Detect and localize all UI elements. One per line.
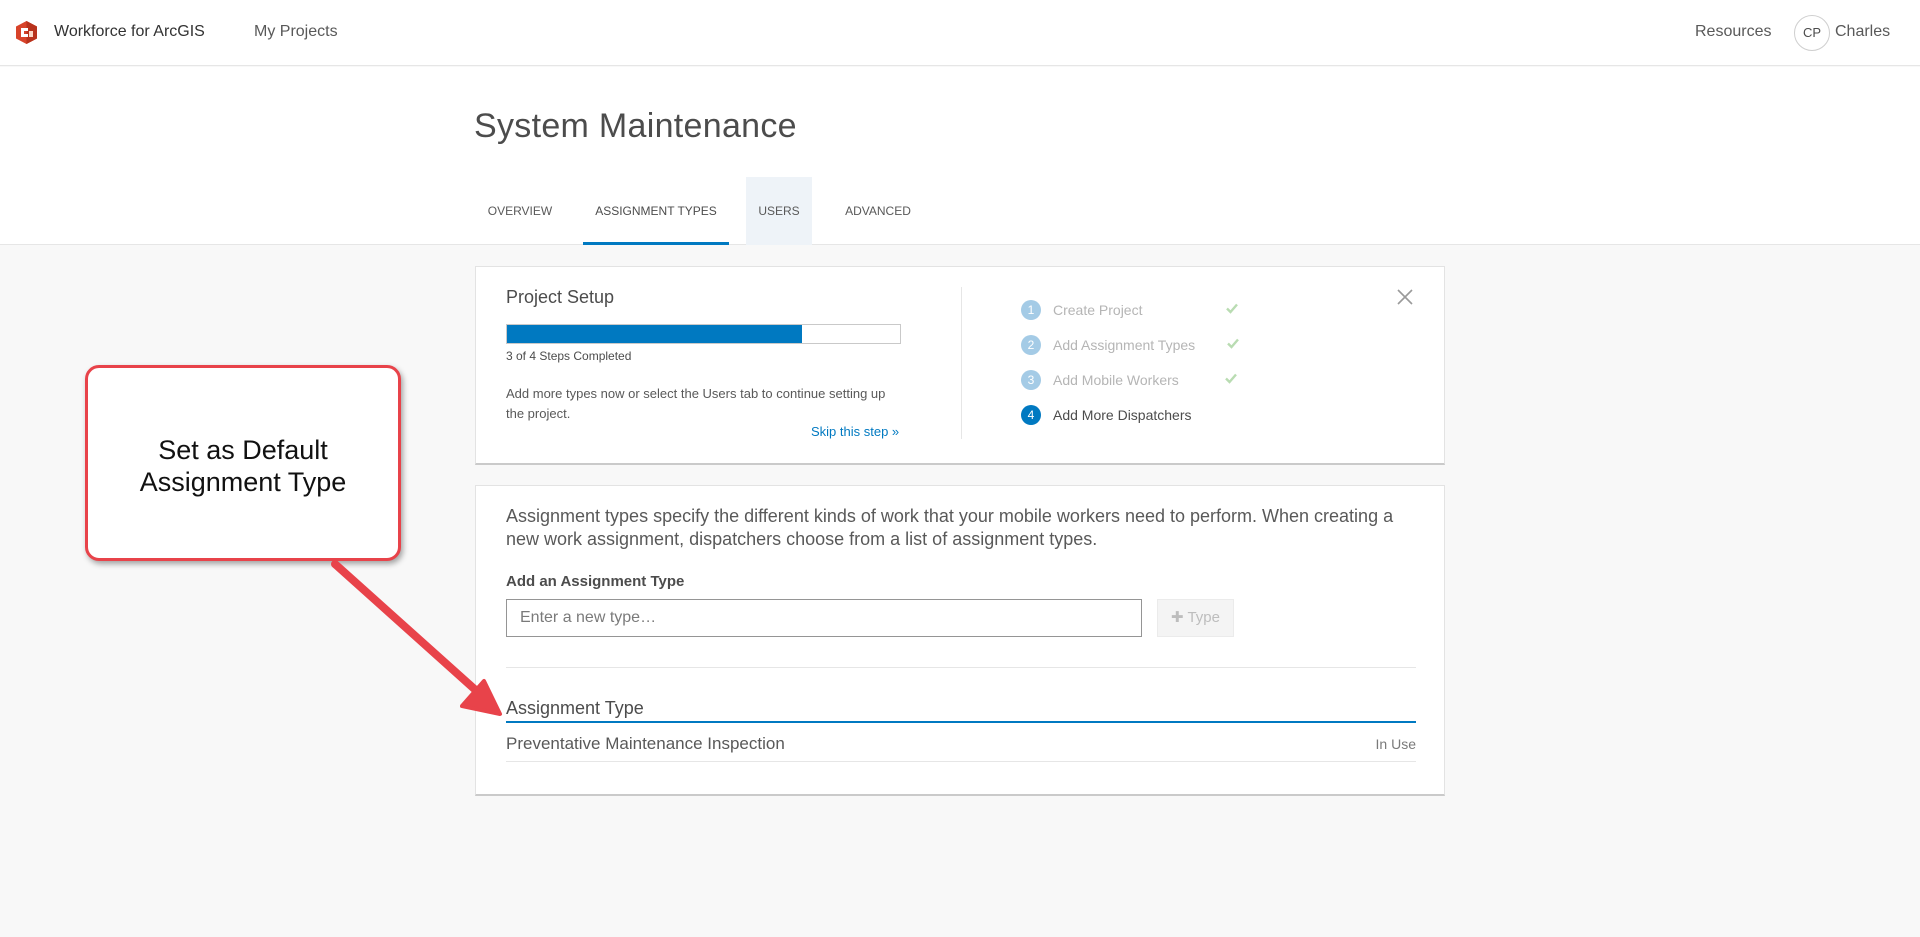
workforce-logo-icon[interactable] xyxy=(14,20,39,45)
close-icon[interactable] xyxy=(1396,288,1414,306)
tab-assignment-types[interactable]: ASSIGNMENT TYPES xyxy=(583,177,729,245)
step-add-mobile-workers: 3 Add Mobile Workers xyxy=(1021,370,1261,392)
step-add-assignment-types: 2 Add Assignment Types xyxy=(1021,335,1261,357)
project-header: System Maintenance OVERVIEW ASSIGNMENT T… xyxy=(0,67,1920,245)
check-icon xyxy=(1227,338,1239,349)
assignment-types-card: Assignment types specify the different k… xyxy=(475,485,1445,796)
my-projects-link[interactable]: My Projects xyxy=(254,23,338,41)
table-row[interactable]: Preventative Maintenance Inspection In U… xyxy=(506,725,1416,762)
setup-progress-bar xyxy=(506,324,901,344)
step-number: 1 xyxy=(1021,300,1041,320)
plus-icon: ✚ xyxy=(1170,609,1184,626)
step-label: Add Mobile Workers xyxy=(1053,372,1179,388)
add-type-button-label: Type xyxy=(1187,609,1220,626)
skip-step-link[interactable]: Skip this step » xyxy=(811,424,899,439)
step-number: 4 xyxy=(1021,405,1041,425)
setup-title: Project Setup xyxy=(506,287,615,307)
add-type-label: Add an Assignment Type xyxy=(506,573,685,590)
project-setup-card: Project Setup 3 of 4 Steps Completed Add… xyxy=(475,266,1445,465)
check-icon xyxy=(1225,373,1237,384)
page-title: System Maintenance xyxy=(474,107,797,145)
step-add-more-dispatchers: 4 Add More Dispatchers xyxy=(1021,405,1261,427)
progress-label: 3 of 4 Steps Completed xyxy=(506,349,632,363)
app-title[interactable]: Workforce for ArcGIS xyxy=(54,23,205,41)
annotation-callout: Set as Default Assignment Type xyxy=(85,365,401,561)
setup-divider xyxy=(961,287,962,439)
assignment-type-name[interactable]: Preventative Maintenance Inspection xyxy=(506,734,785,754)
assignment-type-column-header: Assignment Type xyxy=(506,698,1416,723)
step-number: 2 xyxy=(1021,335,1041,355)
avatar[interactable]: CP xyxy=(1794,15,1830,51)
resources-link[interactable]: Resources xyxy=(1695,23,1771,41)
section-divider xyxy=(506,667,1416,668)
status-badge: In Use xyxy=(1375,736,1416,752)
step-label: Create Project xyxy=(1053,302,1143,318)
callout-arrow-icon xyxy=(331,560,502,716)
tab-overview[interactable]: OVERVIEW xyxy=(474,177,566,245)
setup-description: Add more types now or select the Users t… xyxy=(506,386,886,421)
check-icon xyxy=(1226,303,1238,314)
step-number: 3 xyxy=(1021,370,1041,390)
user-name[interactable]: Charles xyxy=(1835,23,1890,41)
callout-text: Set as Default Assignment Type xyxy=(139,435,347,497)
tab-users[interactable]: USERS xyxy=(746,177,812,245)
column-header-label: Assignment Type xyxy=(506,698,644,718)
top-nav: Workforce for ArcGIS My Projects Resourc… xyxy=(0,0,1920,66)
new-type-input[interactable] xyxy=(506,599,1142,637)
step-create-project: 1 Create Project xyxy=(1021,300,1261,322)
add-type-button[interactable]: ✚ Type xyxy=(1157,599,1234,637)
types-description: Assignment types specify the different k… xyxy=(506,506,1394,549)
tab-advanced[interactable]: ADVANCED xyxy=(830,177,926,245)
step-label: Add More Dispatchers xyxy=(1053,407,1192,423)
setup-progress-fill xyxy=(507,325,802,343)
step-label: Add Assignment Types xyxy=(1053,337,1196,353)
